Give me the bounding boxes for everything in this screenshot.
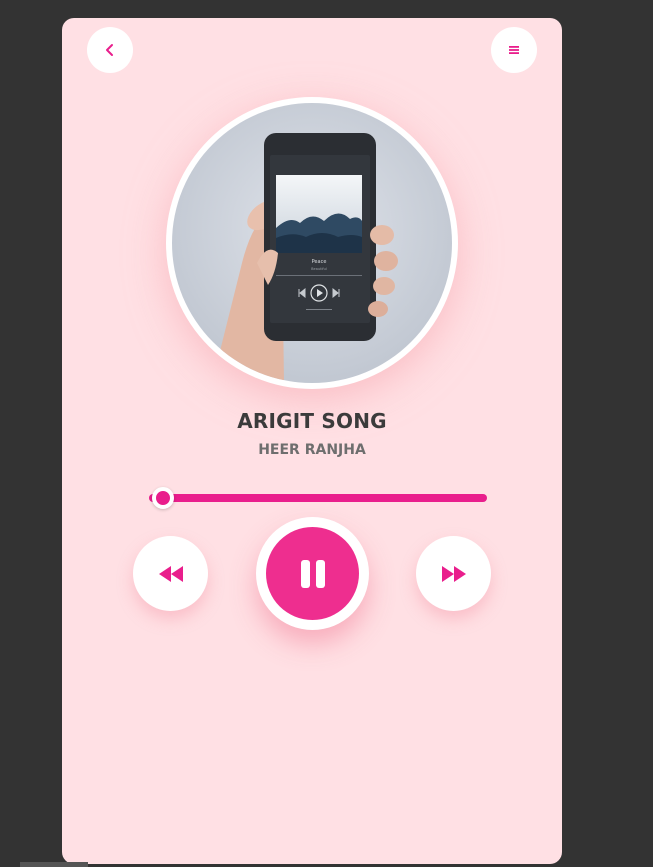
fast-forward-icon bbox=[441, 565, 466, 582]
phone-artist-name: Beautiful bbox=[311, 267, 327, 271]
pause-icon bbox=[300, 559, 325, 588]
back-button[interactable] bbox=[87, 27, 133, 73]
play-pause-inner bbox=[266, 527, 359, 620]
play-pause-button[interactable] bbox=[256, 517, 369, 630]
progress-thumb[interactable] bbox=[151, 487, 174, 509]
bottom-scroll-indicator bbox=[20, 862, 88, 867]
player-card: Peace Beautiful ARIGIT SONG HEER RANJHA bbox=[62, 18, 562, 864]
album-art-frame: Peace Beautiful bbox=[166, 97, 458, 389]
menu-button[interactable] bbox=[491, 27, 537, 73]
fast-forward-button[interactable] bbox=[416, 536, 491, 611]
progress-fill bbox=[149, 494, 487, 502]
rewind-button[interactable] bbox=[133, 536, 208, 611]
rewind-icon bbox=[158, 565, 183, 582]
artist-name: HEER RANJHA bbox=[258, 442, 366, 458]
hamburger-menu-icon bbox=[509, 46, 519, 54]
album-art: Peace Beautiful bbox=[172, 103, 452, 383]
phone-track-name: Peace bbox=[312, 259, 327, 265]
progress-bar[interactable] bbox=[149, 487, 487, 509]
song-title: ARIGIT SONG bbox=[237, 409, 387, 433]
chevron-left-icon bbox=[106, 44, 113, 56]
